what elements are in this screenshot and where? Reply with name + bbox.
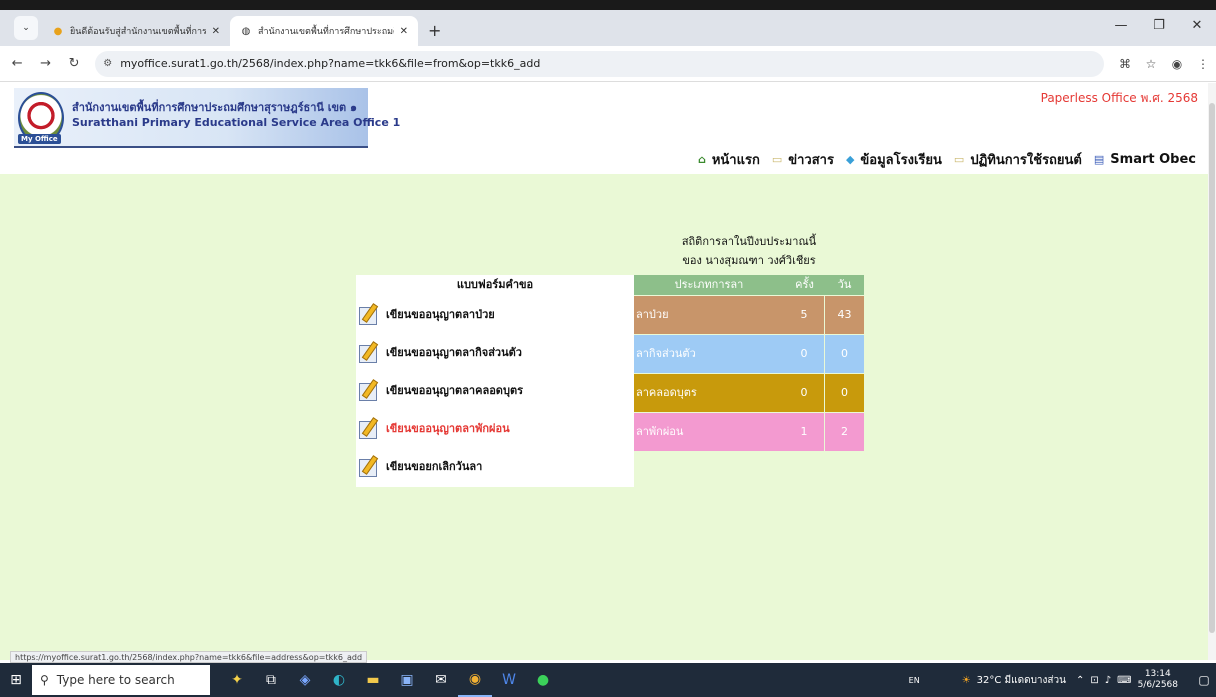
status-url: https://myoffice.surat1.go.th/2568/index…: [10, 651, 368, 663]
stats-header-row: ประเภทการลา ครั้ง วัน: [634, 275, 864, 295]
nav-car-calendar[interactable]: ▭ ปฏิทินการใช้รถยนต์: [954, 149, 1082, 170]
weather-text[interactable]: 32°C มีแดดบางส่วน: [977, 673, 1066, 688]
col-days: วัน: [837, 278, 852, 291]
search-icon: ⚲: [40, 673, 49, 687]
gem-icon: ◆: [845, 153, 855, 166]
edit-note-icon: [359, 303, 383, 325]
col-times: ครั้ง: [795, 278, 814, 291]
form-maternity-leave-link[interactable]: เขียนขออนุญาตลาคลอดบุตร: [356, 371, 634, 409]
table-row: ลาป่วย 5 43: [634, 296, 864, 334]
profile-icon[interactable]: ◉: [1164, 57, 1190, 71]
mail-icon[interactable]: ✉: [424, 663, 458, 697]
back-icon[interactable]: ←: [6, 56, 28, 71]
folder-icon: ▭: [953, 153, 965, 166]
minimize-icon[interactable]: —: [1102, 10, 1140, 40]
tab-title: ยินดีต้อนรับสู่สำนักงานเขตพื้นที่การศึ: [70, 27, 206, 37]
form-cancel-leave-link[interactable]: เขียนขอยกเลิกวันลา: [356, 447, 634, 485]
main-nav: ⌂ หน้าแรก ▭ ข่าวสาร ◆ ข้อมูลโรงเรียน ▭ ปฏิทิ…: [686, 149, 1196, 170]
address-toolbar: ← → ↻ ⚙ myoffice.surat1.go.th/2568/index…: [0, 46, 1216, 82]
logo-title-th: สำนักงานเขตพื้นที่การศึกษาประถมศึกษาสุรา…: [72, 101, 357, 114]
volume-icon[interactable]: ♪: [1105, 675, 1111, 686]
star-icon[interactable]: ☆: [1138, 57, 1164, 71]
form-list-header: แบบฟอร์มคำขอ: [456, 278, 534, 291]
taskbar-apps: ✦ ⧉ ◈ ◐ ▬ ▣ ✉ ◉ W ●: [220, 663, 560, 697]
word-icon[interactable]: W: [492, 663, 526, 697]
stats-title: สถิติการลาในปีงบประมาณนี้: [681, 235, 817, 248]
folder-icon: ▭: [771, 153, 783, 166]
chevron-up-icon[interactable]: ⌃: [1076, 675, 1084, 686]
edit-note-icon: [359, 417, 383, 439]
tab-strip: ⌄ ● ยินดีต้อนรับสู่สำนักงานเขตพื้นที่การ…: [0, 10, 1216, 46]
clock[interactable]: 13:14 5/6/2568: [1138, 669, 1178, 691]
store-icon[interactable]: ▣: [390, 663, 424, 697]
form-vacation-leave-link[interactable]: เขียนขออนุญาตลาพักผ่อน: [356, 409, 634, 447]
close-icon[interactable]: ✕: [212, 26, 220, 37]
task-view-icon[interactable]: ⧉: [254, 663, 288, 697]
nav-news[interactable]: ▭ ข่าวสาร: [772, 149, 834, 170]
input-language[interactable]: EN: [909, 676, 920, 685]
paperless-title: Paperless Office พ.ศ. 2568: [1040, 91, 1198, 105]
network-icon[interactable]: ⊡: [1090, 675, 1098, 686]
nav-school-info[interactable]: ◆ ข้อมูลโรงเรียน: [846, 149, 942, 170]
nav-home[interactable]: ⌂ หน้าแรก: [698, 149, 760, 170]
site-header: My Office สำนักงานเขตพื้นที่การศึกษาประถ…: [0, 83, 1208, 174]
screen: ⌄ ● ยินดีต้อนรับสู่สำนักงานเขตพื้นที่การ…: [0, 0, 1216, 697]
new-tab-button[interactable]: +: [428, 21, 441, 40]
table-row: ลาพักผ่อน 1 2: [634, 413, 864, 451]
page-scrollbar[interactable]: [1208, 83, 1216, 660]
flame-icon: ●: [53, 25, 63, 37]
page-viewport: My Office สำนักงานเขตพื้นที่การศึกษาประถ…: [0, 83, 1208, 660]
window-top-edge: [0, 0, 1216, 10]
taskbar: ⊞ ⚲ Type here to search ✦ ⧉ ◈ ◐ ▬ ▣ ✉ ◉ …: [0, 663, 1216, 697]
main-content: สถิติการลาในปีงบประมาณนี้ ของ นางสุมณฑา …: [0, 174, 1208, 660]
toolbar-icons: ⌘ ☆ ◉ ⋮: [1112, 57, 1216, 71]
table-row: ลาคลอดบุตร 0 0: [634, 374, 864, 412]
leave-stats-table: ประเภทการลา ครั้ง วัน ลาป่วย 5 43 ลากิจส่ว…: [634, 275, 864, 451]
line-icon[interactable]: ●: [526, 663, 560, 697]
reload-icon[interactable]: ↻: [63, 56, 85, 71]
close-window-icon[interactable]: ✕: [1178, 10, 1216, 40]
chrome-icon[interactable]: ◉: [458, 663, 492, 697]
taskbar-search[interactable]: ⚲ Type here to search: [32, 665, 210, 695]
tab-2[interactable]: ◍ สำนักงานเขตพื้นที่การศึกษาประถมศึ ✕: [230, 16, 418, 46]
edit-note-icon: [359, 341, 383, 363]
book-icon: ▤: [1093, 153, 1105, 166]
file-explorer-icon[interactable]: ▬: [356, 663, 390, 697]
form-personal-leave-link[interactable]: เขียนขออนุญาตลากิจส่วนตัว: [356, 333, 634, 371]
table-row: ลากิจส่วนตัว 0 0: [634, 335, 864, 373]
close-icon[interactable]: ✕: [400, 26, 408, 37]
stats-subtitle: ของ นางสุมณฑา วงศ์วิเชียร: [682, 254, 816, 267]
logo-badge: My Office: [18, 134, 61, 144]
notification-icon[interactable]: ▢: [1192, 673, 1216, 687]
edit-note-icon: [359, 455, 383, 477]
tab-1[interactable]: ● ยินดีต้อนรับสู่สำนักงานเขตพื้นที่การศึ…: [42, 16, 230, 46]
logo-title-en: Suratthani Primary Educational Service A…: [72, 116, 401, 129]
request-form-list: แบบฟอร์มคำขอ เขียนขออนุญาตลาป่วย เขียนขอ…: [356, 275, 634, 487]
translate-icon[interactable]: ⌘: [1112, 57, 1138, 71]
window-controls: — ❐ ✕: [1102, 10, 1216, 40]
system-tray: EN ☀ 32°C มีแดดบางส่วน ⌃ ⊡ ♪ ⌨ 13:14 5/6…: [909, 663, 1216, 697]
col-leave-type: ประเภทการลา: [674, 278, 744, 291]
site-logo-banner[interactable]: My Office สำนักงานเขตพื้นที่การศึกษาประถ…: [14, 88, 400, 148]
restore-icon[interactable]: ❐: [1140, 10, 1178, 40]
globe-icon: ◍: [241, 25, 251, 37]
weather-icon: ☀: [961, 674, 971, 686]
address-bar[interactable]: ⚙ myoffice.surat1.go.th/2568/index.php?n…: [95, 50, 1104, 77]
site-info-icon[interactable]: ⚙: [103, 58, 112, 69]
windows-start-icon[interactable]: ⊞: [0, 663, 32, 697]
nav-smart-obec[interactable]: ▤ Smart Obec: [1094, 152, 1196, 167]
edge-icon[interactable]: ◐: [322, 663, 356, 697]
menu-icon[interactable]: ⋮: [1190, 57, 1216, 71]
form-sick-leave-link[interactable]: เขียนขออนุญาตลาป่วย: [356, 295, 634, 333]
sparkle-icon[interactable]: ✦: [220, 663, 254, 697]
scrollbar-thumb[interactable]: [1209, 103, 1215, 633]
keyboard-icon[interactable]: ⌨: [1117, 675, 1131, 686]
edit-note-icon: [359, 379, 383, 401]
tab-search-button[interactable]: ⌄: [14, 16, 38, 40]
copilot-icon[interactable]: ◈: [288, 663, 322, 697]
url-text: myoffice.surat1.go.th/2568/index.php?nam…: [120, 57, 541, 70]
home-icon: ⌂: [697, 153, 706, 166]
tab-title: สำนักงานเขตพื้นที่การศึกษาประถมศึ: [258, 27, 394, 37]
forward-icon[interactable]: →: [34, 56, 56, 71]
